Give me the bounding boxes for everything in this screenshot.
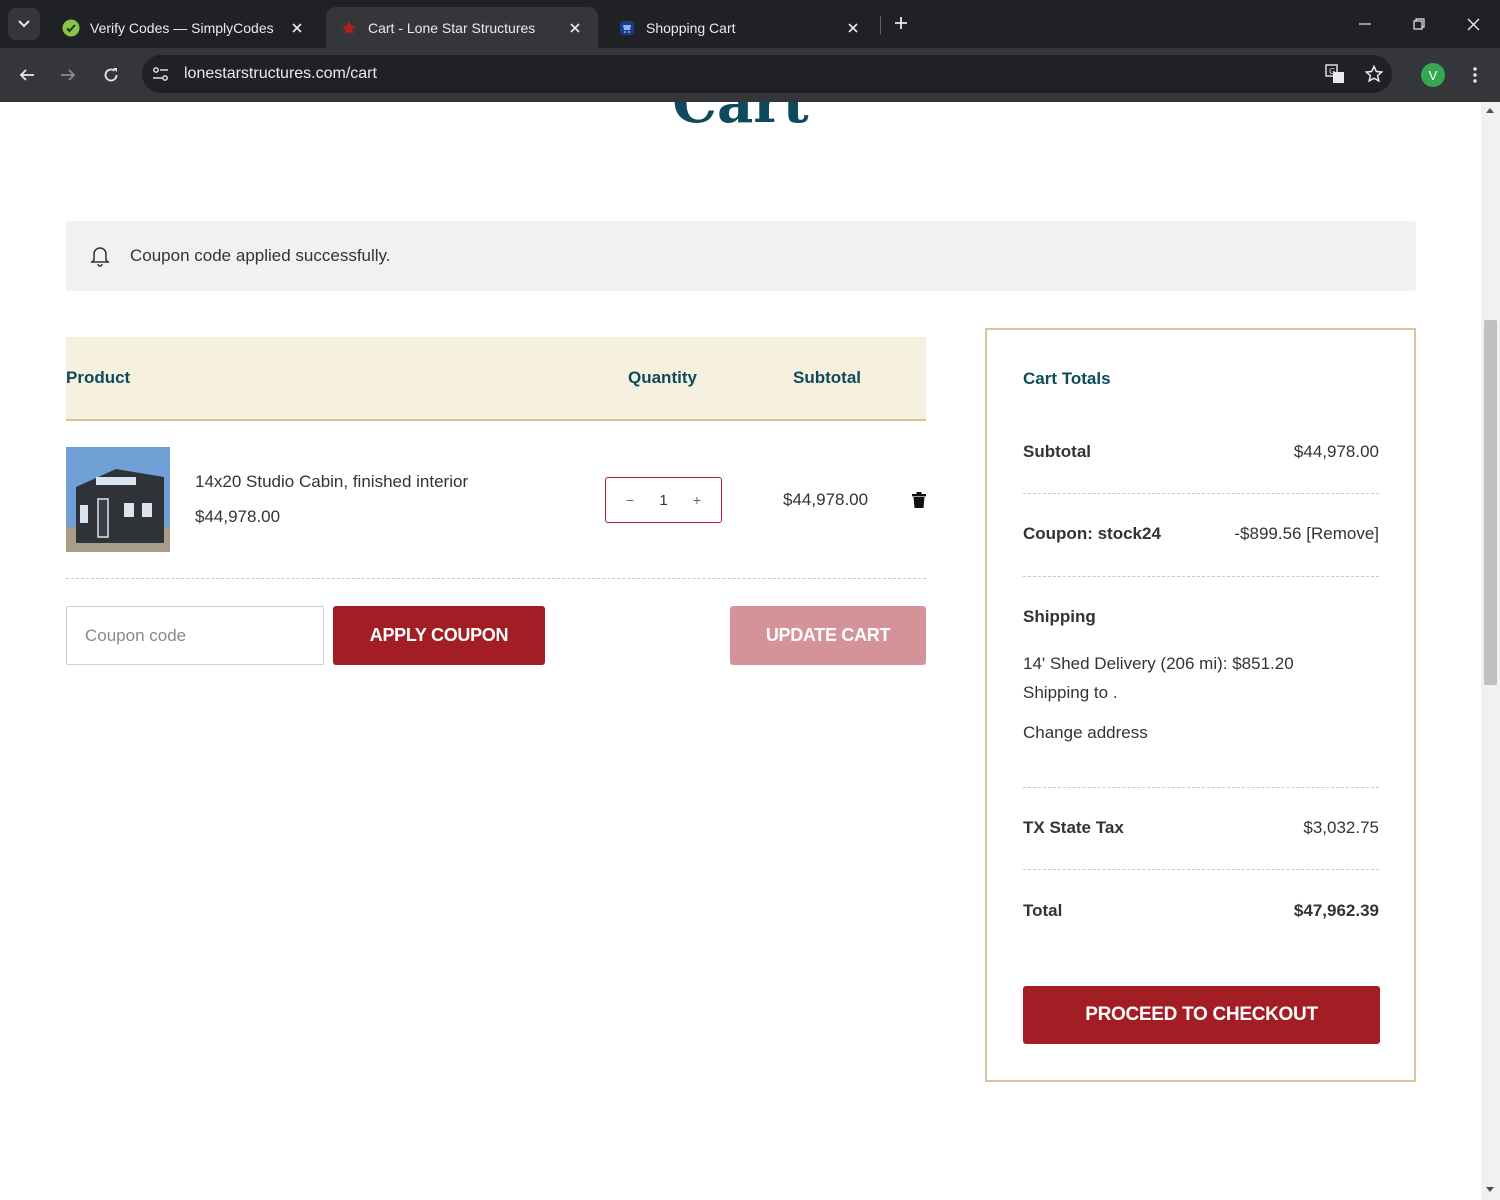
notice-message: Coupon code applied successfully. bbox=[130, 246, 391, 265]
close-icon[interactable] bbox=[288, 19, 306, 37]
arrow-right-icon bbox=[61, 69, 76, 81]
tab-shopping-cart[interactable]: Shopping Cart bbox=[604, 7, 876, 48]
tab-title: Cart - Lone Star Structures bbox=[368, 19, 536, 36]
cart-table-header: Product Quantity Subtotal bbox=[66, 337, 926, 421]
product-name[interactable]: 14x20 Studio Cabin, finished interior bbox=[195, 472, 468, 492]
address-bar[interactable]: lonestarstructures.com/cart G bbox=[142, 55, 1392, 93]
scrollbar-thumb[interactable] bbox=[1484, 320, 1497, 685]
reload-button[interactable] bbox=[96, 60, 126, 90]
line-subtotal: $44,978.00 bbox=[783, 490, 869, 509]
restore-button[interactable] bbox=[1404, 10, 1434, 38]
bookmark-star-icon[interactable] bbox=[1359, 59, 1389, 89]
close-icon bbox=[1467, 18, 1479, 30]
totals-tax-row: TX State Tax $3,032.75 bbox=[1023, 818, 1379, 838]
close-window-button[interactable] bbox=[1458, 10, 1488, 38]
tax-value: $3,032.75 bbox=[1303, 818, 1379, 837]
shipping-destination: Shipping to . bbox=[1023, 683, 1118, 702]
totals-divider bbox=[1023, 787, 1379, 788]
header-product: Product bbox=[66, 368, 131, 387]
page-title: Cart bbox=[672, 102, 809, 136]
cart-totals-panel: Cart Totals Subtotal $44,978.00 Coupon: … bbox=[985, 328, 1416, 1082]
page-viewport: Cart Coupon code applied successfully. P… bbox=[0, 102, 1481, 1200]
header-quantity: Quantity bbox=[628, 368, 697, 387]
url-text: lonestarstructures.com/cart bbox=[184, 65, 377, 82]
tab-title: Verify Codes — SimplyCodes bbox=[90, 19, 274, 36]
browser-menu-button[interactable] bbox=[1463, 60, 1487, 90]
remove-coupon-link[interactable]: [Remove] bbox=[1306, 524, 1379, 543]
svg-text:G: G bbox=[1329, 67, 1335, 76]
shipping-label: Shipping bbox=[1023, 607, 1096, 626]
update-cart-button[interactable]: UPDATE CART bbox=[730, 606, 926, 665]
forward-button[interactable] bbox=[53, 60, 83, 90]
tab-lonestar-cart[interactable]: Cart - Lone Star Structures bbox=[326, 7, 598, 48]
minimize-icon bbox=[1359, 23, 1371, 25]
more-vertical-icon bbox=[1473, 67, 1477, 83]
header-subtotal: Subtotal bbox=[793, 368, 861, 387]
totals-coupon-row: Coupon: stock24 -$899.56 [Remove] bbox=[1023, 524, 1379, 544]
quantity-value[interactable]: 1 bbox=[659, 492, 667, 509]
cart-icon bbox=[618, 19, 636, 37]
browser-toolbar: lonestarstructures.com/cart G V bbox=[0, 48, 1500, 102]
quantity-increase-button[interactable]: + bbox=[689, 492, 705, 508]
tax-label: TX State Tax bbox=[1023, 818, 1124, 837]
proceed-to-checkout-button[interactable]: PROCEED TO CHECKOUT bbox=[1023, 986, 1380, 1044]
totals-divider bbox=[1023, 493, 1379, 494]
scroll-down-arrow-icon[interactable] bbox=[1486, 1187, 1494, 1192]
tab-separator bbox=[880, 16, 881, 34]
coupon-code-input[interactable] bbox=[66, 606, 324, 665]
coupon-discount: -$899.56 [Remove] bbox=[1234, 524, 1379, 544]
scroll-up-arrow-icon[interactable] bbox=[1486, 108, 1494, 113]
coupon-value: -$899.56 bbox=[1234, 524, 1302, 543]
totals-subtotal-row: Subtotal $44,978.00 bbox=[1023, 442, 1379, 462]
tab-simplycodes[interactable]: Verify Codes — SimplyCodes bbox=[48, 7, 320, 48]
plus-icon bbox=[895, 17, 907, 29]
chevron-down-icon bbox=[18, 20, 30, 28]
quantity-decrease-button[interactable]: − bbox=[622, 492, 638, 508]
totals-total-row: Total $47,962.39 bbox=[1023, 901, 1379, 921]
coupon-notice: Coupon code applied successfully. bbox=[66, 221, 1416, 291]
translate-icon[interactable]: G bbox=[1320, 59, 1350, 89]
quantity-stepper[interactable]: − 1 + bbox=[605, 477, 722, 523]
subtotal-value: $44,978.00 bbox=[1293, 442, 1379, 461]
tab-search-button[interactable] bbox=[8, 8, 40, 40]
bell-icon bbox=[88, 244, 112, 268]
site-info-icon[interactable] bbox=[144, 57, 178, 91]
totals-divider bbox=[1023, 576, 1379, 577]
tab-title: Shopping Cart bbox=[646, 19, 736, 36]
shipping-method: 14' Shed Delivery (206 mi): $851.20 bbox=[1023, 654, 1294, 673]
shipping-to-prefix: Shipping to bbox=[1023, 683, 1109, 702]
browser-tabstrip: Verify Codes — SimplyCodes Cart - Lone S… bbox=[0, 0, 1500, 48]
simplycodes-icon bbox=[62, 19, 80, 37]
minimize-button[interactable] bbox=[1350, 10, 1380, 38]
product-price: $44,978.00 bbox=[195, 507, 281, 526]
reload-icon bbox=[104, 68, 118, 82]
total-label: Total bbox=[1023, 901, 1063, 920]
page-scrollbar[interactable] bbox=[1481, 102, 1500, 1200]
close-icon[interactable] bbox=[844, 19, 862, 37]
apply-coupon-button[interactable]: APPLY COUPON bbox=[333, 606, 545, 665]
total-value: $47,962.39 bbox=[1293, 901, 1379, 920]
arrow-left-icon bbox=[19, 69, 34, 81]
row-divider bbox=[66, 578, 926, 579]
profile-avatar[interactable]: V bbox=[1421, 63, 1445, 87]
coupon-label: Coupon: stock24 bbox=[1023, 524, 1161, 543]
star-icon bbox=[340, 19, 358, 37]
restore-icon bbox=[1413, 18, 1425, 30]
cart-totals-title: Cart Totals bbox=[1023, 369, 1111, 388]
close-icon[interactable] bbox=[566, 19, 584, 37]
change-address-link[interactable]: Change address bbox=[1023, 723, 1148, 743]
totals-divider bbox=[1023, 869, 1379, 870]
subtotal-label: Subtotal bbox=[1023, 442, 1091, 461]
trash-icon[interactable] bbox=[912, 492, 926, 508]
product-thumbnail[interactable] bbox=[66, 447, 170, 552]
back-button[interactable] bbox=[12, 60, 42, 90]
new-tab-button[interactable] bbox=[888, 10, 914, 36]
